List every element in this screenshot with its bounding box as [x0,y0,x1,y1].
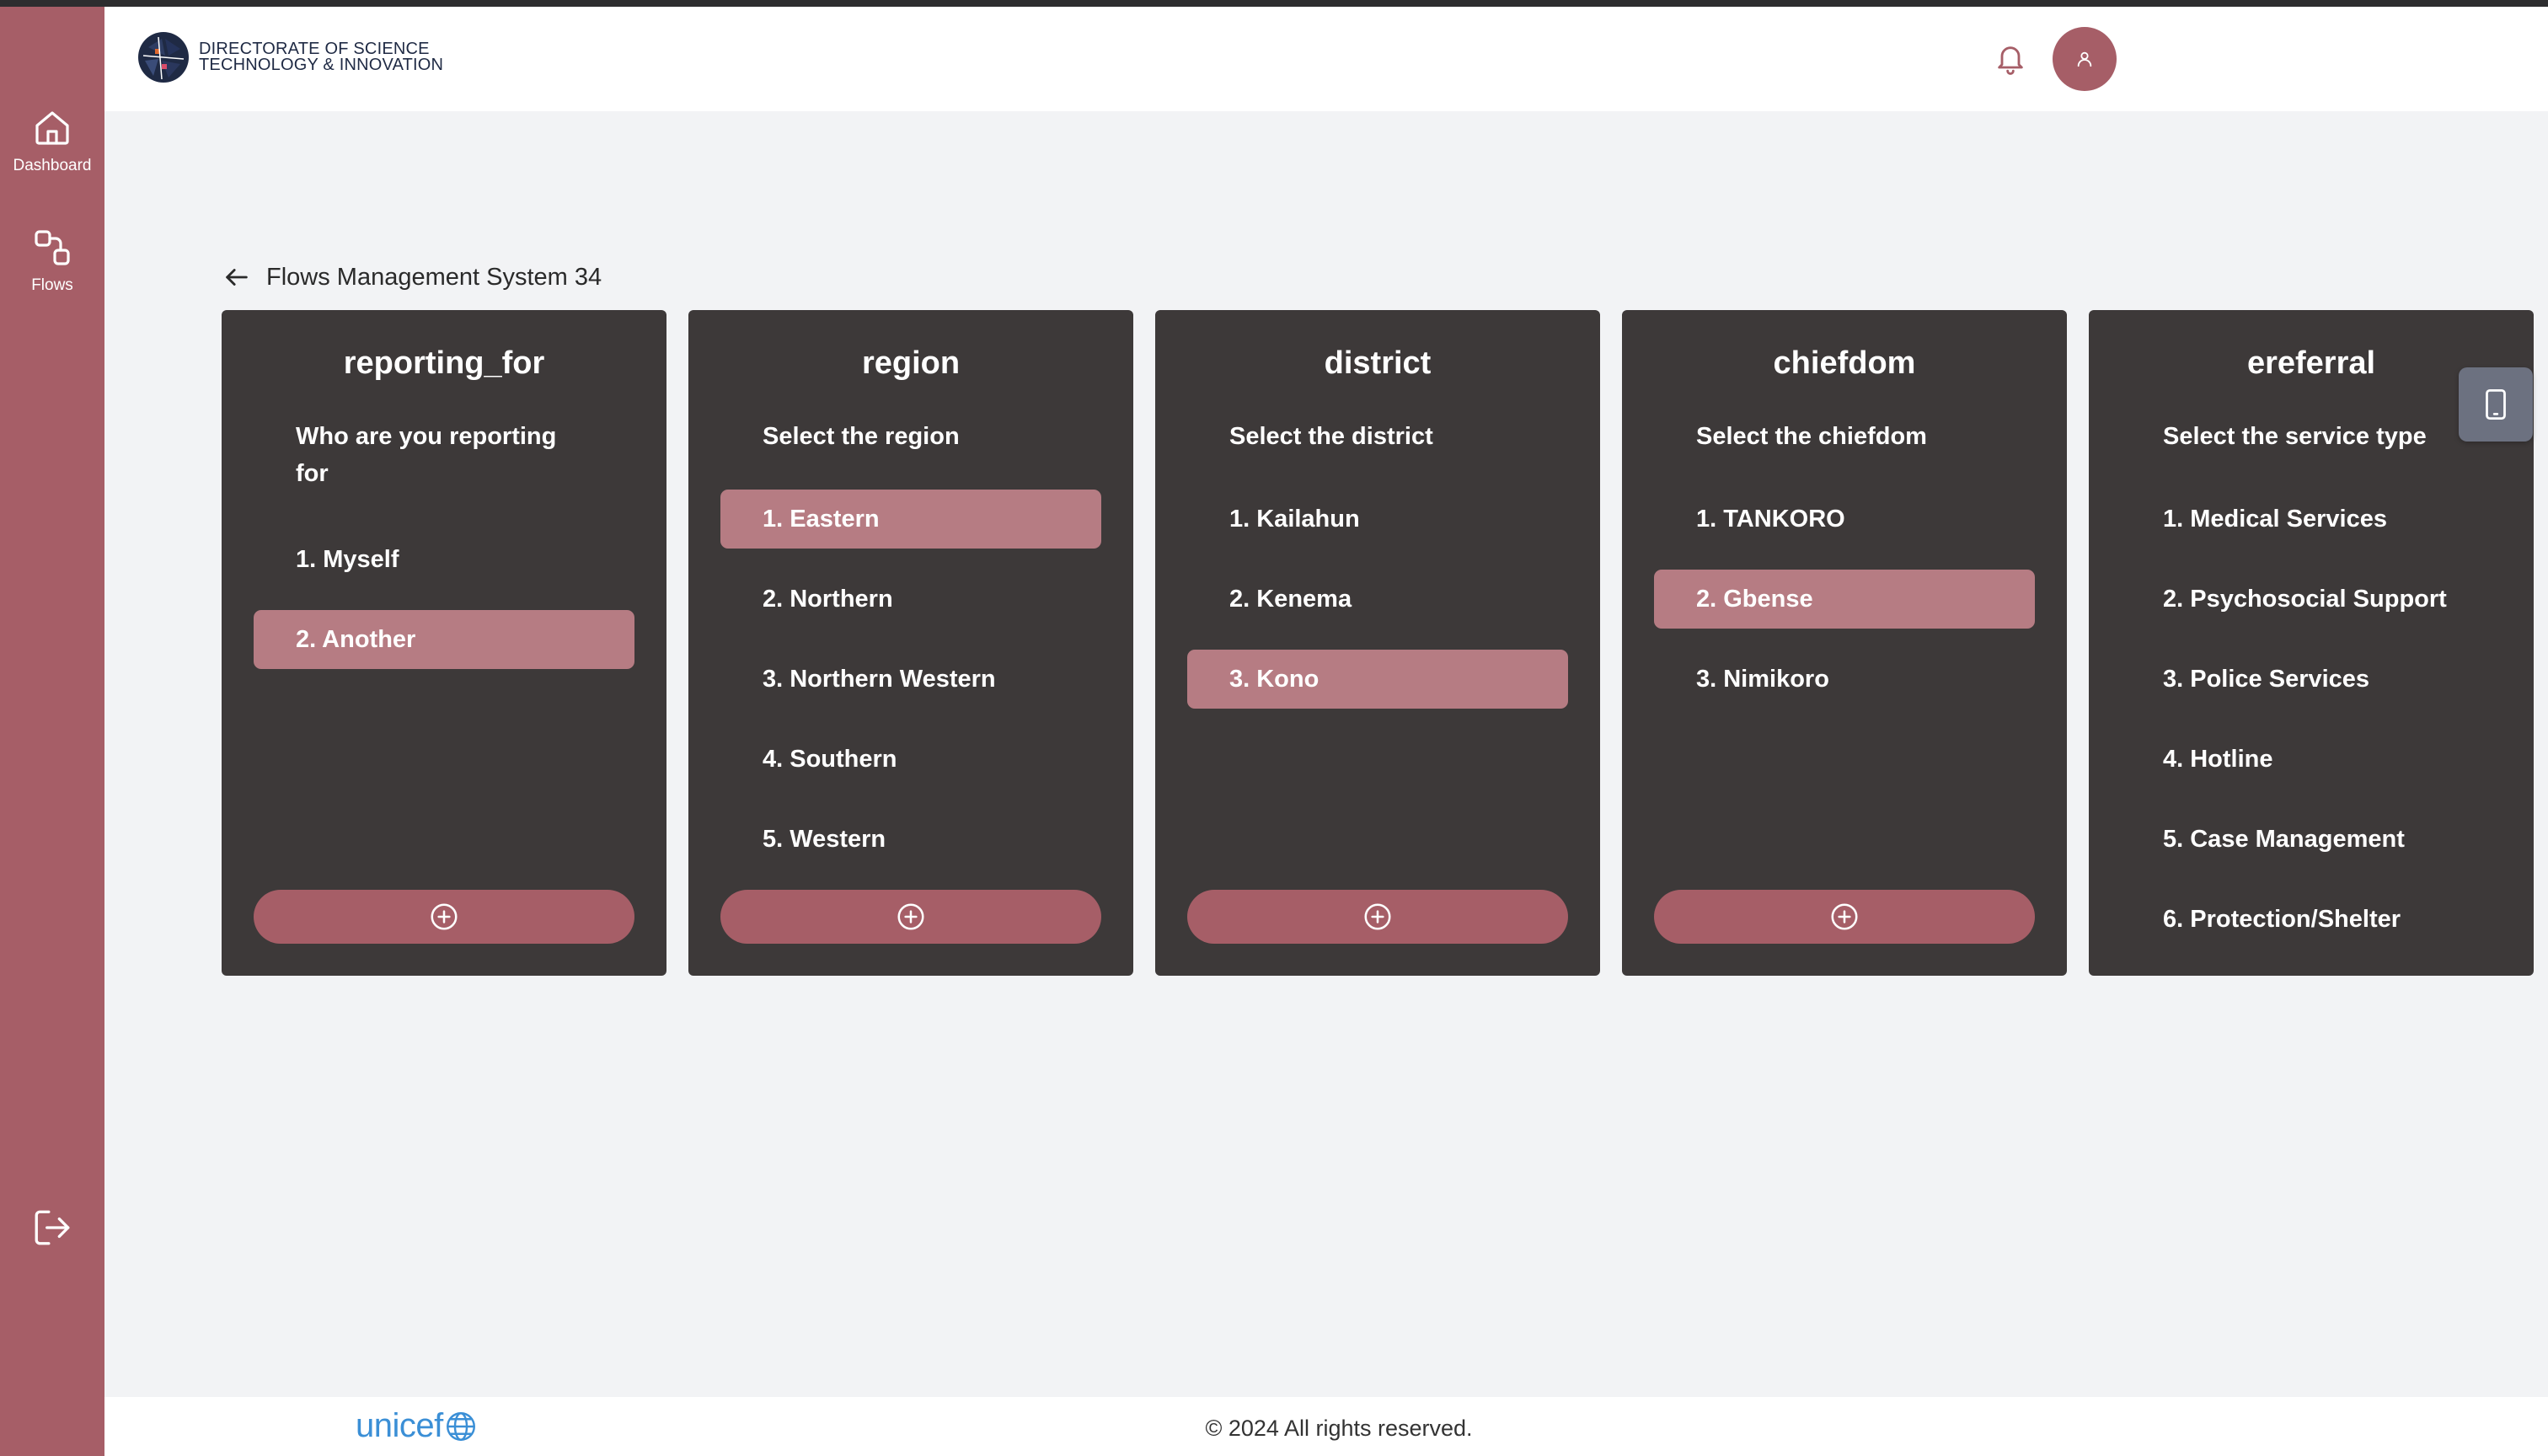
sidebar-item-flows[interactable]: Flows [0,228,104,295]
logout-icon [35,1210,70,1245]
app-logo[interactable]: DIRECTORATE OF SCIENCE TECHNOLOGY & INNO… [136,30,443,84]
top-border [0,0,2548,7]
add-option-button[interactable] [1187,890,1568,944]
user-icon [2077,51,2092,67]
phone-icon [2486,388,2506,420]
flow-option[interactable]: 2. Gbense [1654,570,2035,629]
copyright-text: © 2024 All rights reserved. [1205,1416,1473,1441]
flow-card-chiefdom: chiefdom Select the chiefdom 1. TANKORO 2. … [1622,310,2067,976]
flow-option[interactable]: 4. Hotline [2121,730,2502,789]
flow-card-district: district Select the district 1. Kailahun 2.… [1155,310,1600,976]
flow-option[interactable]: 2. Another [254,610,634,669]
flow-card-title: region [861,345,961,381]
plus-circle-icon [431,903,458,930]
flow-card-region: region Select the region 1. Eastern 2. Nort… [688,310,1133,976]
flow-option[interactable]: 4. Southern [720,730,1101,789]
plus-circle-icon [897,903,924,930]
add-option-button[interactable] [254,890,634,944]
breadcrumb: Flows Management System 34 [222,263,602,292]
bell-icon [1998,46,2023,75]
flow-option[interactable]: 6. Protection/Shelter [2121,890,2502,949]
sidebar-item-dashboard[interactable]: Dashboard [0,108,104,175]
notifications-button[interactable] [1994,42,2027,80]
sidebar-item-label: Flows [31,276,73,294]
logo-line-2: TECHNOLOGY & INNOVATION [199,56,444,74]
flow-question: Who are you reporting for [296,423,557,487]
flow-card-title: reporting_for [343,345,545,381]
flow-question: Select the chiefdom [1696,423,1927,450]
top-header: DIRECTORATE OF SCIENCE TECHNOLOGY & INNO… [104,7,2548,111]
flow-option[interactable]: 2. Psychosocial Support [2121,570,2502,629]
sidebar: Dashboard Flows [0,0,104,1456]
logout-button[interactable] [0,1207,104,1249]
flow-card-title: chiefdom [1773,345,1916,381]
home-icon [35,111,69,145]
plus-circle-icon [1831,903,1858,930]
device-preview-button[interactable] [2459,367,2533,442]
logo-text: DIRECTORATE OF SCIENCE TECHNOLOGY & INNO… [199,40,444,74]
user-avatar[interactable] [2053,27,2117,91]
flows-icon [35,230,70,265]
flow-option[interactable]: 2. Kenema [1187,570,1568,629]
flow-card-title: district [1324,345,1432,381]
flow-card-reporting-for: reporting_for Who are you reporting for 1.… [222,310,666,976]
footer: unicef © 2024 All rights reserved. [104,1397,2548,1456]
flow-question: Select the service type [2163,423,2427,450]
back-arrow-icon[interactable] [222,263,251,292]
flow-option[interactable]: 3. Northern Western [720,650,1101,709]
flow-question: Select the region [763,423,960,450]
flow-option[interactable]: 1. Kailahun [1187,490,1568,549]
flow-option[interactable]: 1. Eastern [720,490,1101,549]
flow-question: Select the district [1229,423,1433,450]
flow-option[interactable]: 5. Western [720,810,1101,869]
flow-option[interactable]: 1. Myself [254,530,634,589]
flow-option[interactable]: 2. Northern [720,570,1101,629]
add-option-button[interactable] [720,890,1101,944]
page-title: Flows Management System 34 [266,263,602,291]
plus-circle-icon [1364,903,1391,930]
sidebar-item-label: Dashboard [13,157,92,174]
flow-option[interactable]: 3. Police Services [2121,650,2502,709]
flow-option[interactable]: 3. Nimikoro [1654,650,2035,709]
logo-emblem-icon [138,32,189,83]
flow-option[interactable]: 3. Kono [1187,650,1568,709]
flow-option[interactable]: 1. TANKORO [1654,490,2035,549]
add-option-button[interactable] [1654,890,2035,944]
flow-option[interactable]: 5. Case Management [2121,810,2502,869]
flow-option[interactable]: 1. Medical Services [2121,490,2502,549]
